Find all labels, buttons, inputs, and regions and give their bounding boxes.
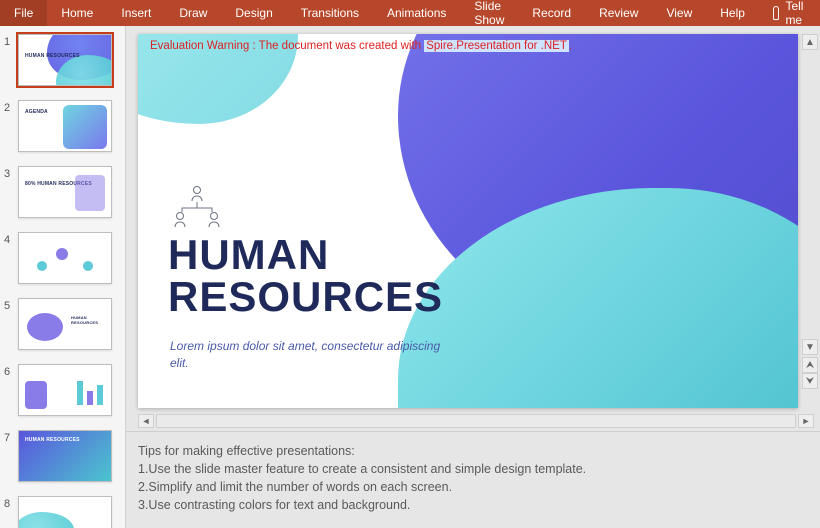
tab-transitions[interactable]: Transitions	[287, 0, 373, 26]
slide-title[interactable]: HUMANRESOURCES	[168, 234, 443, 318]
notes-heading: Tips for making effective presentations:	[138, 442, 808, 460]
slide-thumbnail-panel[interactable]: 1 HUMAN RESOURCES 2 AGENDA 3 80% HUMAN R…	[0, 26, 126, 528]
thumb-number: 7	[4, 430, 14, 444]
thumb-title: HUMAN RESOURCES	[71, 315, 111, 325]
tab-view[interactable]: View	[652, 0, 706, 26]
slide-canvas-area: Evaluation Warning : The document was cr…	[126, 26, 820, 413]
notes-pane[interactable]: Tips for making effective presentations:…	[126, 431, 820, 528]
org-chart-icon	[170, 182, 224, 232]
prev-slide-button[interactable]: ⮝	[802, 357, 818, 373]
thumbnail-1[interactable]: 1 HUMAN RESOURCES	[0, 32, 125, 98]
scroll-left-button[interactable]: ◄	[138, 414, 154, 428]
thumbnail-8[interactable]: 8	[0, 494, 125, 528]
tab-insert[interactable]: Insert	[107, 0, 165, 26]
thumbnail-2[interactable]: 2 AGENDA	[0, 98, 125, 164]
thumb-title: HUMAN RESOURCES	[25, 53, 80, 59]
horizontal-scrollbar[interactable]: ◄ ►	[126, 413, 820, 431]
slide-subtitle[interactable]: Lorem ipsum dolor sit amet, consectetur …	[170, 338, 450, 372]
thumb-title: AGENDA	[25, 109, 48, 115]
thumbnail-4[interactable]: 4	[0, 230, 125, 296]
tell-me-search[interactable]: Tell me	[759, 0, 820, 27]
thumbnail-5[interactable]: 5 HUMAN RESOURCES	[0, 296, 125, 362]
scroll-up-button[interactable]: ▲	[802, 34, 818, 50]
thumb-number: 5	[4, 298, 14, 312]
lightbulb-icon	[773, 6, 780, 20]
tab-home[interactable]: Home	[47, 0, 107, 26]
tab-design[interactable]: Design	[221, 0, 286, 26]
thumb-title: HUMAN RESOURCES	[25, 437, 80, 443]
notes-line: 1.Use the slide master feature to create…	[138, 460, 808, 478]
thumb-number: 2	[4, 100, 14, 114]
notes-line: 2.Simplify and limit the number of words…	[138, 478, 808, 496]
scroll-right-button[interactable]: ►	[798, 414, 814, 428]
tab-file[interactable]: File	[0, 0, 47, 26]
thumbnail-6[interactable]: 6	[0, 362, 125, 428]
thumb-number: 8	[4, 496, 14, 510]
next-slide-button[interactable]: ⮟	[802, 373, 818, 389]
ribbon-tabs: File Home Insert Draw Design Transitions…	[0, 0, 820, 26]
thumb-number: 6	[4, 364, 14, 378]
tab-animations[interactable]: Animations	[373, 0, 460, 26]
evaluation-warning: Evaluation Warning : The document was cr…	[150, 40, 572, 52]
scroll-down-button[interactable]: ▼	[802, 339, 818, 355]
thumb-number: 4	[4, 232, 14, 246]
thumbnail-3[interactable]: 3 80% HUMAN RESOURCES	[0, 164, 125, 230]
notes-line: 3.Use contrasting colors for text and ba…	[138, 496, 808, 514]
tab-draw[interactable]: Draw	[165, 0, 221, 26]
tell-me-label: Tell me	[785, 0, 807, 27]
tab-help[interactable]: Help	[706, 0, 759, 26]
tab-record[interactable]: Record	[518, 0, 585, 26]
thumb-number: 1	[4, 34, 14, 48]
slide-canvas[interactable]: Evaluation Warning : The document was cr…	[138, 34, 798, 408]
tab-review[interactable]: Review	[585, 0, 652, 26]
thumbnail-7[interactable]: 7 HUMAN RESOURCES	[0, 428, 125, 494]
thumb-number: 3	[4, 166, 14, 180]
scrollbar-track[interactable]	[156, 414, 796, 428]
tab-slideshow[interactable]: Slide Show	[460, 0, 518, 26]
